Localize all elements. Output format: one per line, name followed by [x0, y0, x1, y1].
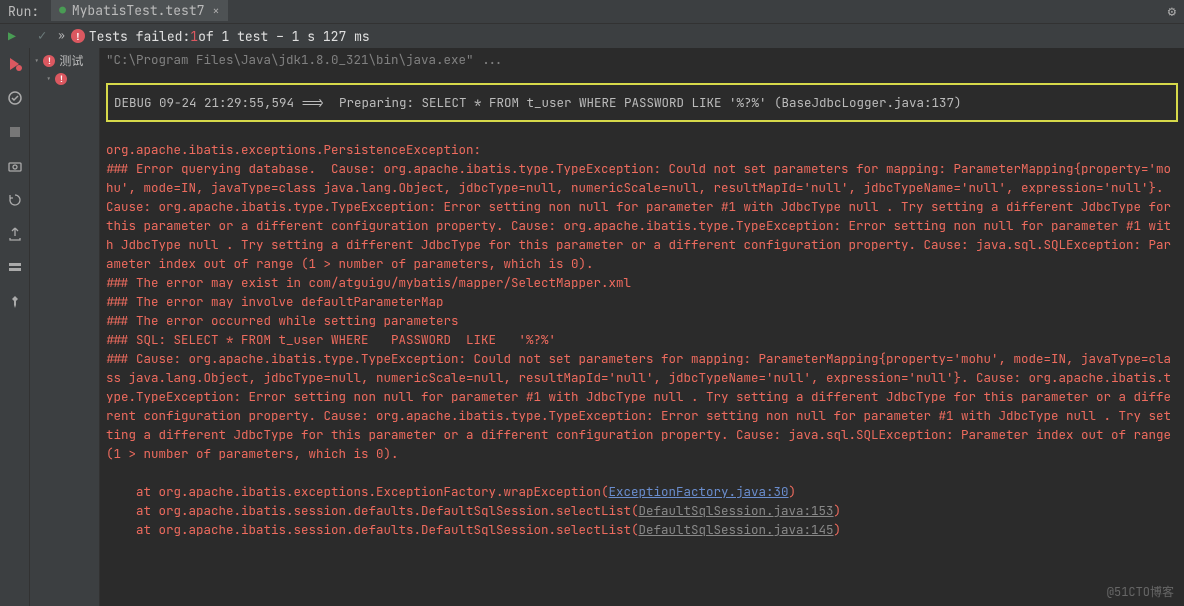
run-label: Run: [8, 3, 39, 20]
gear-icon[interactable]: ⚙ [1168, 3, 1176, 21]
title-bar: Run: ● MybatisTest.test7 × ⚙ [0, 0, 1184, 24]
close-icon[interactable]: × [212, 3, 219, 19]
tool-gutter [0, 48, 30, 606]
error-block: org.apache.ibatis.exceptions.Persistence… [106, 140, 1178, 539]
source-link[interactable]: DefaultSqlSession.java:153 [639, 502, 834, 519]
rerun-failed-icon[interactable] [7, 56, 23, 76]
expand-icon[interactable]: ▾ [46, 73, 51, 85]
error-icon: ! [55, 73, 67, 85]
error-icon: ! [43, 55, 55, 67]
expand-icon[interactable]: ▾ [34, 55, 39, 67]
history-icon[interactable] [7, 192, 23, 212]
stack-line: at org.apache.ibatis.session.defaults.De… [106, 501, 1178, 520]
chevron-icon: » [58, 29, 65, 43]
test-icon: ● [59, 4, 66, 18]
fail-icon: ! [71, 29, 85, 43]
source-link[interactable]: DefaultSqlSession.java:145 [639, 521, 834, 538]
debug-line: DEBUG 09-24 21:29:55,594 ==> Preparing: … [114, 93, 1170, 112]
stack-line [106, 463, 1178, 482]
tree-root-label: 测试 [59, 52, 83, 69]
tab-title: MybatisTest.test7 [72, 2, 205, 19]
stop-icon[interactable] [7, 124, 23, 144]
err-line: org.apache.ibatis.exceptions.Persistence… [106, 140, 1178, 159]
stack-line: at org.apache.ibatis.exceptions.Exceptio… [106, 482, 1178, 501]
watermark: @51CTO博客 [1107, 583, 1174, 600]
test-tree: ▾ ! 测试 ▾ ! [30, 48, 100, 606]
err-line: ### The error may involve defaultParamet… [106, 292, 1178, 311]
status-bar: ▶ ✓ » ! Tests failed: 1 of 1 test – 1 s … [0, 24, 1184, 48]
err-line: ### SQL: SELECT * FROM t_user WHERE PASS… [106, 330, 1178, 349]
stack-line: at org.apache.ibatis.session.defaults.De… [106, 520, 1178, 539]
tests-failed-label: Tests failed: [89, 28, 190, 45]
source-link[interactable]: ExceptionFactory.java:30 [609, 483, 789, 500]
highlighted-log: DEBUG 09-24 21:29:55,594 ==> Preparing: … [106, 83, 1178, 122]
tests-total: of 1 test – 1 s 127 ms [198, 28, 370, 45]
java-path: "C:\Program Files\Java\jdk1.8.0_321\bin\… [106, 50, 1178, 69]
pin-icon[interactable] [7, 294, 23, 314]
run-play-icon[interactable]: ▶ [8, 28, 16, 45]
tree-child[interactable]: ▾ ! [30, 71, 99, 87]
err-line: ### Cause: org.apache.ibatis.type.TypeEx… [106, 349, 1178, 463]
tree-root[interactable]: ▾ ! 测试 [30, 50, 99, 71]
toggle-icon[interactable] [7, 90, 23, 110]
export-icon[interactable] [7, 226, 23, 246]
err-line: ### Error querying database. Cause: org.… [106, 159, 1178, 273]
layout-icon[interactable] [7, 260, 23, 280]
run-tab[interactable]: ● MybatisTest.test7 × [51, 0, 227, 23]
console-output[interactable]: "C:\Program Files\Java\jdk1.8.0_321\bin\… [100, 48, 1184, 606]
fail-count: 1 [190, 28, 198, 45]
err-line: ### The error may exist in com/atguigu/m… [106, 273, 1178, 292]
check-icon[interactable]: ✓ [38, 27, 46, 45]
camera-icon[interactable] [7, 158, 23, 178]
err-line: ### The error occurred while setting par… [106, 311, 1178, 330]
